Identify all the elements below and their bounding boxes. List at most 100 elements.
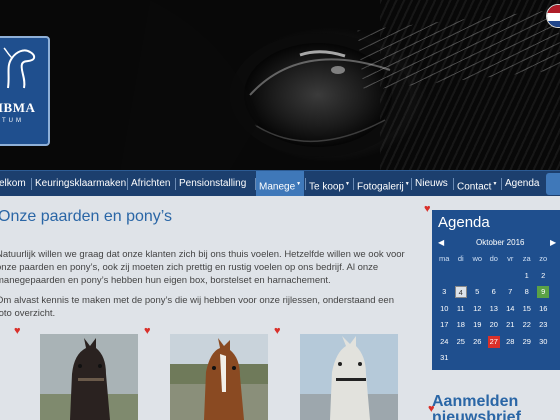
- nav-item-label: Contact: [457, 181, 492, 193]
- grey-pony-image: [300, 334, 398, 420]
- calendar-day[interactable]: 13: [486, 302, 503, 319]
- calendar-week-row: 17 18 19 20 21 22 23: [436, 318, 552, 335]
- calendar-header: ◀ Oktober 2016 ▶: [432, 238, 560, 250]
- calendar-week-row: 3456789: [436, 285, 552, 302]
- calendar-empty-cell: [502, 269, 519, 286]
- pony-photo[interactable]: [40, 334, 138, 420]
- calendar-weekday: ma: [439, 254, 450, 263]
- calendar-day[interactable]: 11: [453, 302, 470, 319]
- nav-item-label: Manege: [259, 181, 296, 193]
- pony-photo[interactable]: [170, 334, 268, 420]
- calendar-day[interactable]: 30: [535, 335, 552, 352]
- nav-item-label: Agenda: [505, 178, 540, 189]
- calendar-day[interactable]: 1: [519, 269, 536, 286]
- calendar-day[interactable]: 12: [469, 302, 486, 319]
- nav-separator: [501, 178, 502, 190]
- calendar-day[interactable]: 21: [502, 318, 519, 335]
- calendar-day[interactable]: 23: [535, 318, 552, 335]
- calendar-day[interactable]: 20: [486, 318, 503, 335]
- calendar-weekday: wo: [472, 254, 483, 263]
- heart-icon: ♥: [144, 325, 151, 337]
- calendar-day[interactable]: 31: [436, 351, 453, 368]
- calendar-weekday: vr: [507, 254, 514, 263]
- nav-separator: [453, 178, 454, 190]
- calendar-day[interactable]: 2: [535, 269, 552, 286]
- nav-item-label: Te koop: [309, 181, 345, 193]
- calendar-day[interactable]: 14: [502, 302, 519, 319]
- calendar-empty-cell: [519, 351, 536, 368]
- calendar-day[interactable]: 18: [453, 318, 470, 335]
- dropdown-caret-icon: ▼: [345, 181, 350, 187]
- intro-text: Natuurlijk willen we graag dat onze klan…: [0, 248, 412, 327]
- calendar-weekday: zo: [539, 254, 548, 263]
- nav-separator: [31, 178, 32, 190]
- previous-month-icon[interactable]: ◀: [438, 238, 444, 247]
- nav-separator: [411, 178, 412, 190]
- calendar-empty-cell: [453, 269, 470, 286]
- calendar-day[interactable]: 27: [486, 335, 503, 352]
- main-navigation: elkom Keuringsklaarmaken Africhten Pensions…: [0, 170, 560, 196]
- calendar-day[interactable]: 26: [469, 335, 486, 352]
- pony-photo[interactable]: [300, 334, 398, 420]
- calendar-empty-cell: [535, 351, 552, 368]
- nav-item-fotogalerij[interactable]: Fotogalerij▼: [354, 171, 413, 196]
- calendar-day[interactable]: 5: [469, 285, 486, 302]
- dark-pony-image: [40, 334, 138, 420]
- agenda-widget: Agenda ◀ Oktober 2016 ▶ ma di wo do vr za zo 1 2…: [432, 210, 560, 370]
- calendar-day[interactable]: 22: [519, 318, 536, 335]
- nav-item-agenda[interactable]: Agenda: [502, 171, 542, 196]
- facebook-icon[interactable]: [546, 173, 560, 195]
- heart-icon: ♥: [14, 325, 21, 337]
- next-month-icon[interactable]: ▶: [550, 238, 556, 247]
- calendar-day[interactable]: 15: [519, 302, 536, 319]
- calendar-day[interactable]: 19: [469, 318, 486, 335]
- nav-item-label: Fotogalerij: [357, 181, 404, 193]
- nav-separator: [353, 178, 354, 190]
- calendar-weekday: do: [489, 254, 498, 263]
- calendar-day[interactable]: 8: [519, 285, 536, 302]
- agenda-title: Agenda: [438, 214, 490, 231]
- calendar-grid: ma di wo do vr za zo 1 2 3 4 5 6 7 8 9 10 11 12 13 14 15 16 17 1…: [436, 252, 552, 368]
- nav-separator: [305, 178, 306, 190]
- nav-item-africhten[interactable]: Africhten: [128, 171, 173, 196]
- calendar-day[interactable]: 17: [436, 318, 453, 335]
- dropdown-caret-icon: ▼: [492, 181, 498, 187]
- calendar-day[interactable]: 10: [436, 302, 453, 319]
- nav-item-keuringsklaarmaken[interactable]: Keuringsklaarmaken: [32, 171, 129, 196]
- calendar-day[interactable]: 29: [519, 335, 536, 352]
- header-banner: IBMA TUM: [0, 0, 560, 170]
- nav-item-pensionstalling[interactable]: Pensionstalling: [176, 171, 249, 196]
- calendar-day[interactable]: 6: [486, 285, 503, 302]
- calendar-day[interactable]: 9: [535, 285, 552, 302]
- calendar-weekday-row: ma di wo do vr za zo: [436, 252, 552, 269]
- calendar-day[interactable]: 3: [436, 285, 453, 302]
- calendar-day[interactable]: 28: [502, 335, 519, 352]
- calendar-empty-cell: [469, 351, 486, 368]
- logo-subtext: TUM: [2, 118, 24, 124]
- calendar-week-row: 24 25 26 27 28 29 30: [436, 335, 552, 352]
- calendar-day[interactable]: 24: [436, 335, 453, 352]
- dropdown-caret-icon: ▼: [296, 181, 302, 187]
- nav-item-elkom[interactable]: elkom: [0, 171, 29, 196]
- nav-item-label: Keuringsklaarmaken: [35, 178, 127, 189]
- calendar-day[interactable]: 16: [535, 302, 552, 319]
- nav-item-manege[interactable]: Manege▼: [256, 171, 305, 196]
- calendar-day[interactable]: 4: [453, 285, 470, 302]
- intro-paragraph-1: Natuurlijk willen we graag dat onze klan…: [0, 249, 405, 286]
- nav-separator: [175, 178, 176, 190]
- nav-item-label: Pensionstalling: [179, 178, 247, 189]
- calendar-weekday: di: [457, 254, 464, 263]
- horse-logo-icon: [3, 47, 36, 89]
- page-title: Onze paarden en pony’s: [0, 208, 173, 225]
- calendar-day[interactable]: 7: [502, 285, 519, 302]
- nav-item-te koop[interactable]: Te koop▼: [306, 171, 353, 196]
- dropdown-caret-icon: ▼: [404, 181, 410, 187]
- nav-item-label: elkom: [0, 178, 26, 189]
- calendar-day[interactable]: 25: [453, 335, 470, 352]
- calendar-empty-cell: [486, 269, 503, 286]
- nav-item-label: Nieuws: [415, 178, 448, 189]
- nav-item-nieuws[interactable]: Nieuws: [412, 171, 451, 196]
- calendar-week-row: 31: [436, 351, 552, 368]
- nav-item-contact[interactable]: Contact▼: [454, 171, 500, 196]
- site-logo[interactable]: IBMA TUM: [0, 36, 50, 146]
